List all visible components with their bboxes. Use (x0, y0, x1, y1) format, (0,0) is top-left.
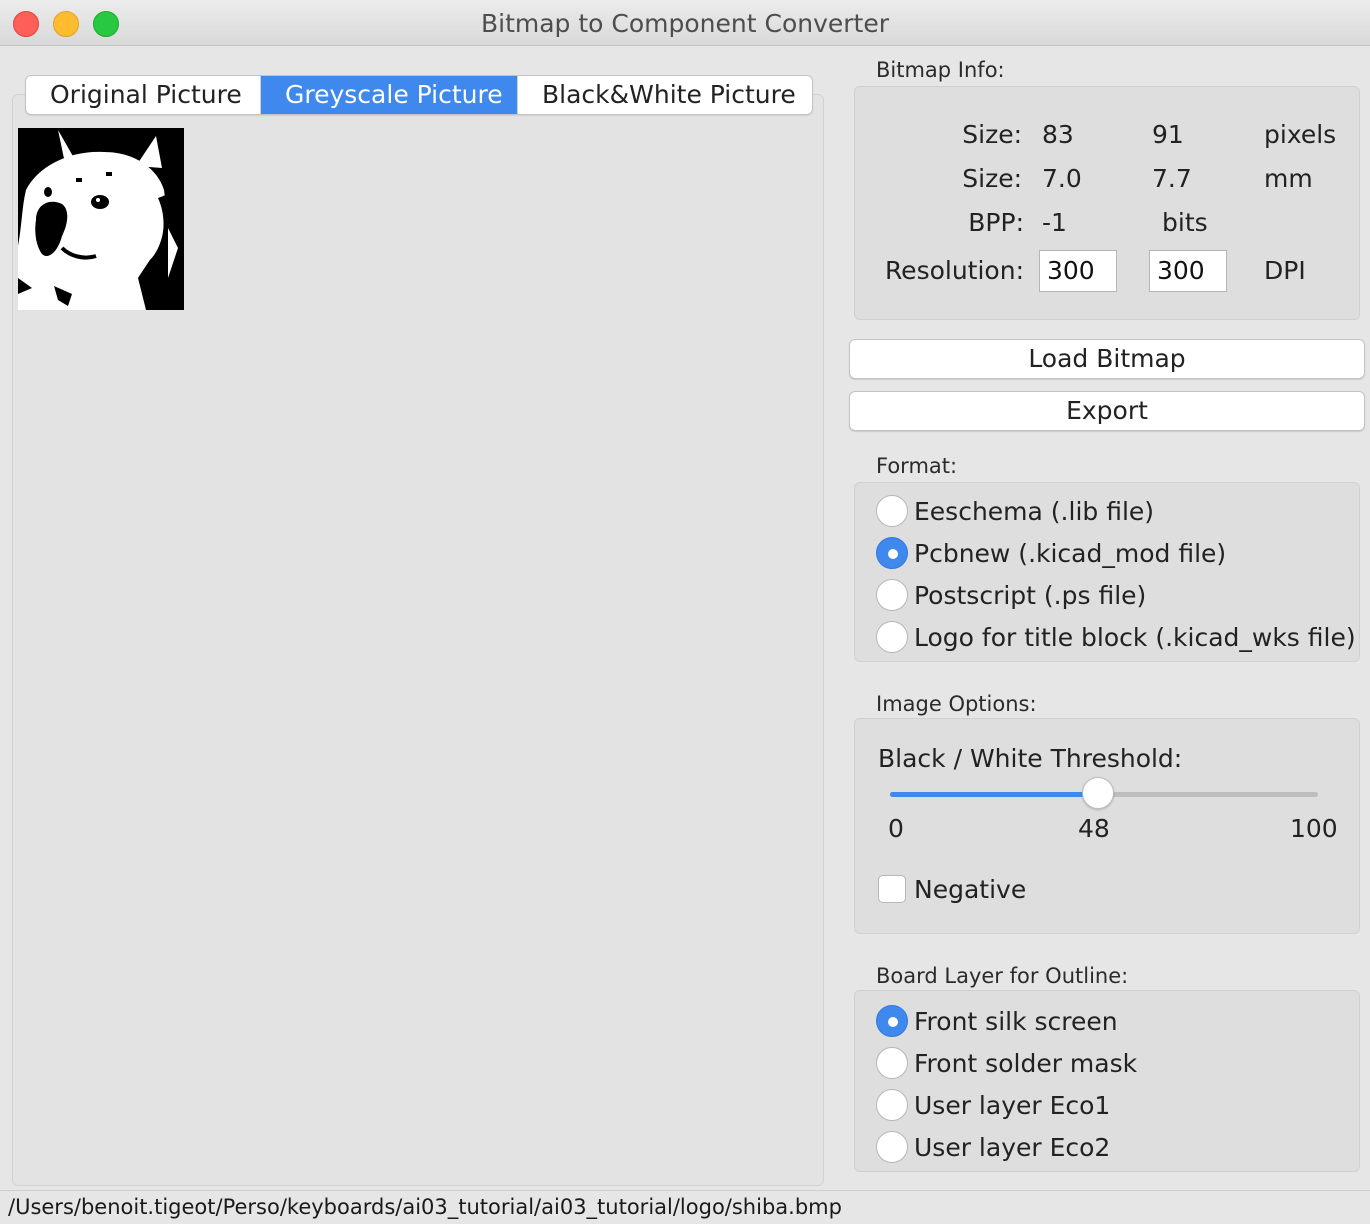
radio-button[interactable] (876, 1089, 908, 1121)
layer-option-label: Front solder mask (914, 1048, 1138, 1078)
window-title: Bitmap to Component Converter (480, 9, 890, 38)
load-bitmap-button[interactable]: Load Bitmap (849, 339, 1365, 379)
format-option-pcbnew[interactable]: Pcbnew (.kicad_mod file) (876, 535, 1226, 571)
threshold-max: 100 (1290, 814, 1338, 843)
tab-greyscale-picture[interactable]: Greyscale Picture (261, 76, 518, 114)
export-button[interactable]: Export (849, 391, 1365, 431)
radio-button[interactable] (876, 1047, 908, 1079)
shiba-dog-bitmap-icon (18, 128, 184, 310)
size-width-pixels: 83 (1042, 120, 1074, 149)
board-layer-heading: Board Layer for Outline: (876, 964, 1129, 988)
file-path: /Users/benoit.tigeot/Perso/keyboards/ai0… (8, 1195, 842, 1219)
radio-button-selected[interactable] (876, 537, 908, 569)
radio-button[interactable] (876, 1131, 908, 1163)
size-mm-unit: mm (1264, 164, 1313, 193)
threshold-value: 48 (1078, 814, 1110, 843)
picture-tabs: Original Picture Greyscale Picture Black… (25, 75, 813, 115)
threshold-slider-fill (890, 792, 1096, 797)
bpp-value: -1 (1042, 208, 1067, 237)
image-options-heading: Image Options: (876, 692, 1037, 716)
layer-option-front-mask[interactable]: Front solder mask (876, 1045, 1137, 1081)
resolution-label: Resolution: (884, 256, 1024, 285)
bpp-label: BPP: (968, 208, 1024, 237)
tab-black-white-picture[interactable]: Black&White Picture (518, 76, 812, 114)
title-bar: Bitmap to Component Converter (0, 0, 1370, 46)
format-option-postscript[interactable]: Postscript (.ps file) (876, 577, 1146, 613)
layer-option-front-silk[interactable]: Front silk screen (876, 1003, 1118, 1039)
radio-button[interactable] (876, 495, 908, 527)
format-option-label: Pcbnew (.kicad_mod file) (914, 538, 1227, 568)
size-pixels-label: Size: (962, 120, 1022, 149)
size-height-mm: 7.7 (1152, 164, 1192, 193)
size-mm-label: Size: (962, 164, 1022, 193)
format-option-logo[interactable]: Logo for title block (.kicad_wks file) (876, 619, 1356, 655)
radio-button[interactable] (876, 621, 908, 653)
layer-option-eco1[interactable]: User layer Eco1 (876, 1087, 1110, 1123)
size-height-pixels: 91 (1152, 120, 1184, 149)
radio-button[interactable] (876, 579, 908, 611)
threshold-label: Black / White Threshold: (878, 744, 1183, 773)
layer-option-eco2[interactable]: User layer Eco2 (876, 1129, 1110, 1165)
radio-button-selected[interactable] (876, 1005, 908, 1037)
negative-label: Negative (914, 875, 1027, 904)
resolution-y-input[interactable]: 300 (1149, 250, 1227, 292)
layer-option-label: Front silk screen (914, 1006, 1118, 1036)
layer-option-label: User layer Eco2 (914, 1132, 1111, 1162)
status-bar: /Users/benoit.tigeot/Perso/keyboards/ai0… (0, 1190, 1370, 1224)
threshold-min: 0 (888, 814, 904, 843)
layer-option-label: User layer Eco1 (914, 1090, 1111, 1120)
format-option-eeschema[interactable]: Eeschema (.lib file) (876, 493, 1154, 529)
bpp-unit: bits (1162, 208, 1208, 237)
resolution-x-input[interactable]: 300 (1039, 250, 1117, 292)
resolution-unit: DPI (1264, 256, 1306, 285)
format-option-label: Eeschema (.lib file) (914, 496, 1155, 526)
tab-original-picture[interactable]: Original Picture (26, 76, 261, 114)
size-pixels-unit: pixels (1264, 120, 1337, 149)
threshold-slider[interactable] (890, 777, 1318, 809)
negative-checkbox[interactable] (878, 875, 906, 903)
size-width-mm: 7.0 (1042, 164, 1082, 193)
bitmap-preview (18, 128, 184, 310)
format-heading: Format: (876, 454, 958, 478)
format-option-label: Logo for title block (.kicad_wks file) (914, 622, 1356, 652)
bitmap-info-heading: Bitmap Info: (876, 58, 1005, 82)
format-option-label: Postscript (.ps file) (914, 580, 1147, 610)
